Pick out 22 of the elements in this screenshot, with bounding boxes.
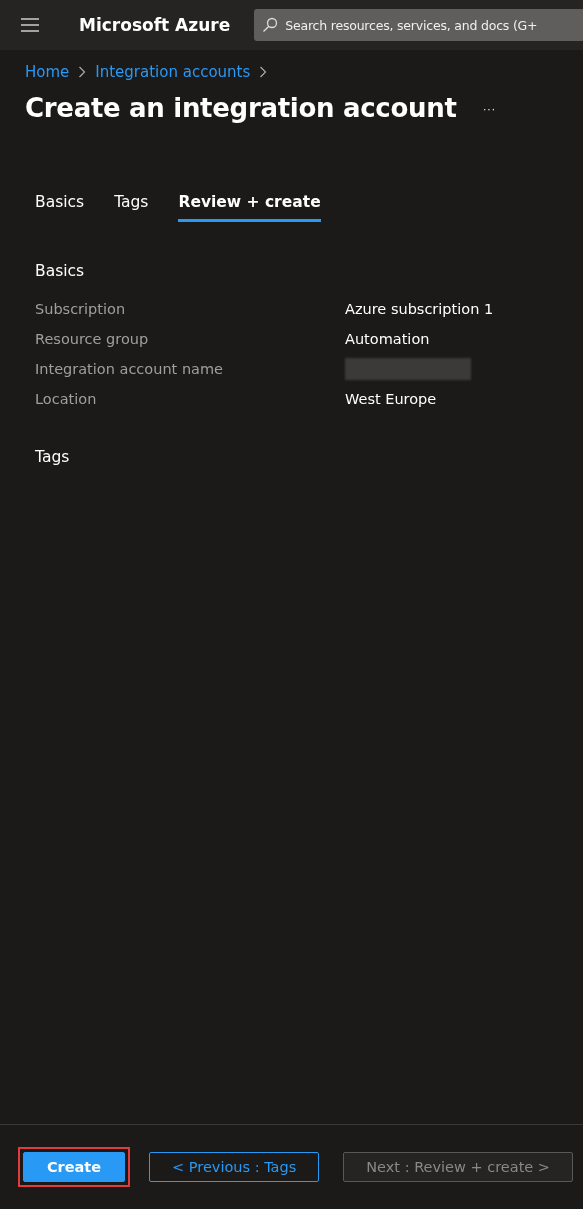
field-label: Resource group	[35, 331, 150, 347]
tab[interactable]: Tags	[114, 193, 149, 222]
field-label: Location	[35, 391, 98, 407]
brand-name[interactable]: Microsoft Azure	[79, 15, 231, 35]
section-heading: Tags	[35, 448, 71, 466]
more-button[interactable]: ···	[478, 100, 500, 116]
field-label: Integration account name	[35, 361, 224, 377]
menu-icon[interactable]	[21, 18, 39, 32]
breadcrumb-link[interactable]: Home	[25, 63, 70, 81]
field-value: Azure subscription 1	[345, 301, 494, 317]
section-heading: Basics	[35, 262, 86, 280]
field-value: Automation	[345, 331, 430, 347]
breadcrumb-link[interactable]: Integration accounts	[95, 63, 251, 81]
tab[interactable]: Basics	[35, 193, 85, 222]
chevron-icon	[259, 66, 268, 78]
tab[interactable]: Review + create	[178, 193, 321, 222]
field-value: West Europe	[345, 391, 437, 407]
field-label: Subscription	[35, 301, 127, 317]
search-field[interactable]: Search resources, services, and docs (G+	[254, 9, 583, 41]
nav-button[interactable]: < Previous : Tags	[149, 1152, 320, 1182]
page-title: Create an integration account	[25, 93, 457, 123]
chevron-icon	[78, 66, 87, 78]
